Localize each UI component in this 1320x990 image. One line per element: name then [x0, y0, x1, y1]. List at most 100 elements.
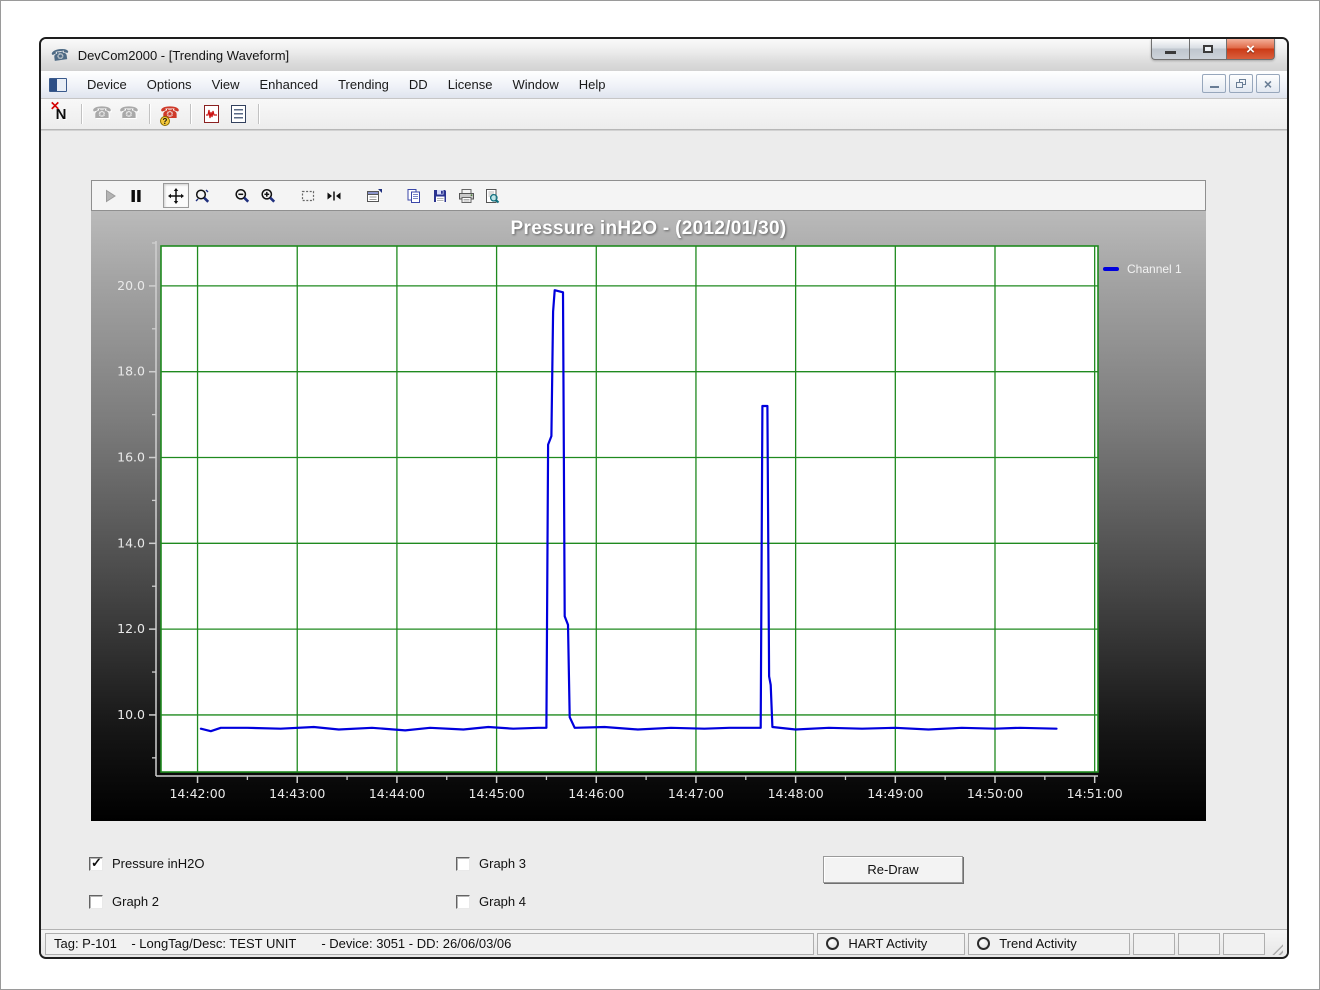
checkbox-graph4-box[interactable]	[456, 895, 470, 909]
abort-x-icon: ✕	[50, 100, 60, 112]
mdi-restore-button[interactable]	[1229, 74, 1253, 93]
trend-chart[interactable]: 10.012.014.016.018.020.014:42:0014:43:00…	[91, 211, 1206, 821]
svg-text:14:44:00: 14:44:00	[369, 786, 425, 801]
status-panel-empty	[1178, 933, 1220, 955]
chart-zoom-out-button[interactable]	[229, 183, 255, 208]
trend-activity-led-icon	[977, 937, 990, 950]
play-icon	[102, 188, 118, 204]
mdi-minimize-button[interactable]	[1202, 74, 1226, 93]
svg-text:20.0: 20.0	[117, 278, 145, 293]
minimize-icon	[1165, 51, 1176, 54]
mdi-close-button[interactable]: ×	[1256, 74, 1280, 93]
mdi-client-area: 10.012.014.016.018.020.014:42:0014:43:00…	[41, 130, 1287, 929]
svg-text:14:48:00: 14:48:00	[768, 786, 824, 801]
toolbar-separator	[190, 104, 191, 124]
menu-item-options[interactable]: Options	[137, 71, 202, 98]
chart-select-region-button[interactable]	[295, 183, 321, 208]
minimize-button[interactable]	[1151, 39, 1189, 60]
copy-icon	[406, 188, 422, 204]
close-icon: ×	[1246, 42, 1255, 57]
connect-device-button[interactable]: ☎	[90, 102, 114, 126]
menu-item-trending[interactable]: Trending	[328, 71, 399, 98]
chart-print-preview-button[interactable]	[479, 183, 505, 208]
maximize-icon	[1203, 45, 1213, 53]
checkbox-graph4[interactable]: Graph 4	[456, 894, 526, 909]
menu-item-view[interactable]: View	[202, 71, 250, 98]
disconnect-device-button[interactable]: ☎	[117, 102, 141, 126]
window-controls: ×	[1151, 39, 1275, 60]
chart-pan-button[interactable]	[163, 183, 189, 208]
device-report-button[interactable]	[226, 102, 250, 126]
close-button[interactable]: ×	[1227, 39, 1275, 60]
svg-text:14:42:00: 14:42:00	[169, 786, 225, 801]
menu-item-enhanced[interactable]: Enhanced	[250, 71, 329, 98]
menu-item-help[interactable]: Help	[569, 71, 616, 98]
print-icon	[458, 188, 475, 204]
status-bar: Tag: P-101 - LongTag/Desc: TEST UNIT - D…	[41, 929, 1287, 957]
device-info-panel: Tag: P-101 - LongTag/Desc: TEST UNIT - D…	[45, 933, 814, 955]
query-device-button[interactable]: ☎ ?	[158, 102, 182, 126]
menu-item-dd[interactable]: DD	[399, 71, 438, 98]
status-panel-empty	[1133, 933, 1175, 955]
toolbar-separator	[258, 104, 259, 124]
properties-icon	[366, 188, 383, 204]
hart-activity-panel: HART Activity	[817, 933, 965, 955]
mdi-window-controls: ×	[1202, 74, 1280, 93]
toolbar-separator	[149, 104, 150, 124]
device-report-icon	[231, 105, 246, 123]
phone-app-icon: ☎	[50, 45, 71, 65]
svg-text:12.0: 12.0	[117, 621, 145, 636]
redraw-button[interactable]: Re-Draw	[823, 856, 963, 883]
chart-zoom-window-button[interactable]	[189, 183, 215, 208]
svg-text:16.0: 16.0	[117, 450, 145, 465]
trend-activity-label: Trend Activity	[999, 936, 1077, 951]
chart-copy-button[interactable]	[401, 183, 427, 208]
svg-text:14:45:00: 14:45:00	[469, 786, 525, 801]
trend-activity-panel: Trend Activity	[968, 933, 1130, 955]
chart-print-button[interactable]	[453, 183, 479, 208]
chart-save-button[interactable]	[427, 183, 453, 208]
pause-icon	[128, 188, 144, 204]
svg-text:14:43:00: 14:43:00	[269, 786, 325, 801]
hart-activity-label: HART Activity	[848, 936, 927, 951]
main-toolbar: N ✕ ☎ ☎ ☎ ?	[41, 99, 1287, 130]
chart-axis-markers-button[interactable]	[321, 183, 347, 208]
menu-item-device[interactable]: Device	[77, 71, 137, 98]
checkbox-graph3[interactable]: Graph 3	[456, 856, 526, 871]
chart-toolbar	[91, 180, 1206, 211]
app-window: ☎ DevCom2000 - [Trending Waveform] × Dev…	[39, 37, 1289, 959]
checkbox-graph4-label: Graph 4	[479, 894, 526, 909]
mdi-child-icon[interactable]	[49, 78, 67, 92]
legend-swatch-channel1	[1103, 267, 1119, 271]
checkbox-graph2-box[interactable]	[89, 895, 103, 909]
zoom-window-icon	[194, 188, 210, 204]
connect-device-icon: ☎	[92, 106, 112, 122]
menu-item-window[interactable]: Window	[503, 71, 569, 98]
zoom-out-icon	[234, 188, 250, 204]
svg-text:14:47:00: 14:47:00	[668, 786, 724, 801]
menu-item-license[interactable]: License	[438, 71, 503, 98]
checkbox-pressure[interactable]: Pressure inH2O	[89, 856, 204, 871]
checkbox-graph2[interactable]: Graph 2	[89, 894, 159, 909]
checkbox-pressure-box[interactable]	[89, 857, 103, 871]
maximize-button[interactable]	[1189, 39, 1227, 60]
mdi-close-icon: ×	[1264, 77, 1272, 91]
mdi-minimize-icon	[1210, 86, 1219, 88]
checkbox-graph3-box[interactable]	[456, 857, 470, 871]
resize-grip[interactable]	[1268, 940, 1283, 955]
trend-plot[interactable]: 10.012.014.016.018.020.014:42:0014:43:00…	[91, 211, 1206, 821]
abort-communication-button[interactable]: N ✕	[49, 102, 73, 126]
screenshot-page: ☎ DevCom2000 - [Trending Waveform] × Dev…	[0, 0, 1320, 990]
chart-play-button[interactable]	[97, 183, 123, 208]
window-title: DevCom2000 - [Trending Waveform]	[78, 48, 289, 63]
trend-waveform-button[interactable]	[199, 102, 223, 126]
svg-text:14:46:00: 14:46:00	[568, 786, 624, 801]
title-bar[interactable]: ☎ DevCom2000 - [Trending Waveform] ×	[41, 39, 1287, 71]
svg-text:10.0: 10.0	[117, 707, 145, 722]
legend-label-channel1: Channel 1	[1127, 262, 1182, 276]
chart-properties-button[interactable]	[361, 183, 387, 208]
question-badge-icon: ?	[160, 116, 170, 126]
chart-pause-button[interactable]	[123, 183, 149, 208]
axis-markers-icon	[326, 188, 342, 204]
chart-zoom-in-button[interactable]	[255, 183, 281, 208]
